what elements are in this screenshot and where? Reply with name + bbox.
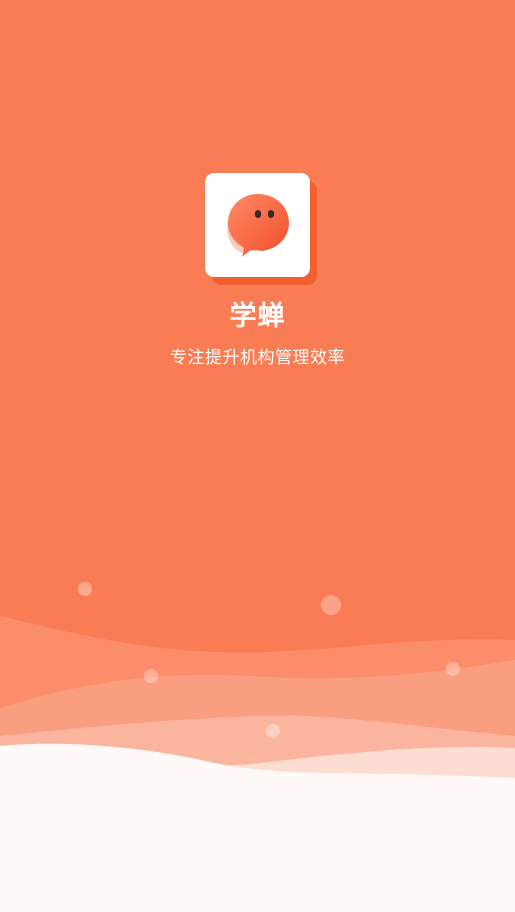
- logo-card: [205, 173, 310, 277]
- splash-screen: 学蝉 专注提升机构管理效率: [0, 0, 515, 912]
- app-name: 学蝉: [229, 301, 286, 332]
- app-logo: [205, 173, 317, 285]
- decorative-waves: [0, 582, 515, 912]
- app-tagline: 专注提升机构管理效率: [170, 348, 345, 368]
- speech-bubble-mascot-icon: [227, 194, 289, 257]
